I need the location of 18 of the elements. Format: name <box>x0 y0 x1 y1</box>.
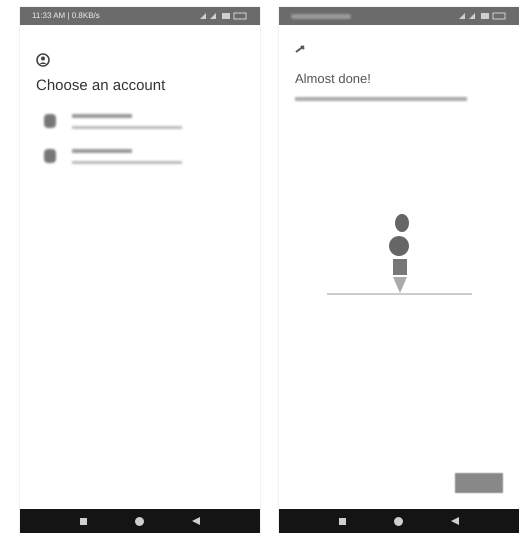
account-icon <box>36 53 50 67</box>
wrench-icon <box>295 45 305 53</box>
back-icon[interactable] <box>451 517 459 525</box>
home-icon[interactable] <box>135 516 144 526</box>
avatar <box>44 149 56 163</box>
status-text-blurred <box>291 14 351 18</box>
page-title: Choose an account <box>36 76 166 96</box>
square-icon[interactable] <box>339 518 346 524</box>
square-icon[interactable] <box>80 518 87 524</box>
blurred-name <box>72 114 132 118</box>
home-icon[interactable] <box>394 516 403 526</box>
back-icon[interactable] <box>192 517 200 525</box>
status-time: 11:33 AM | 0.8KB/s <box>32 10 100 22</box>
signal-battery-icon <box>198 12 248 20</box>
avatar <box>44 114 56 128</box>
blurred-name <box>72 148 132 152</box>
page-title: Almost done! <box>295 70 372 88</box>
signal-battery-icon <box>457 12 507 20</box>
